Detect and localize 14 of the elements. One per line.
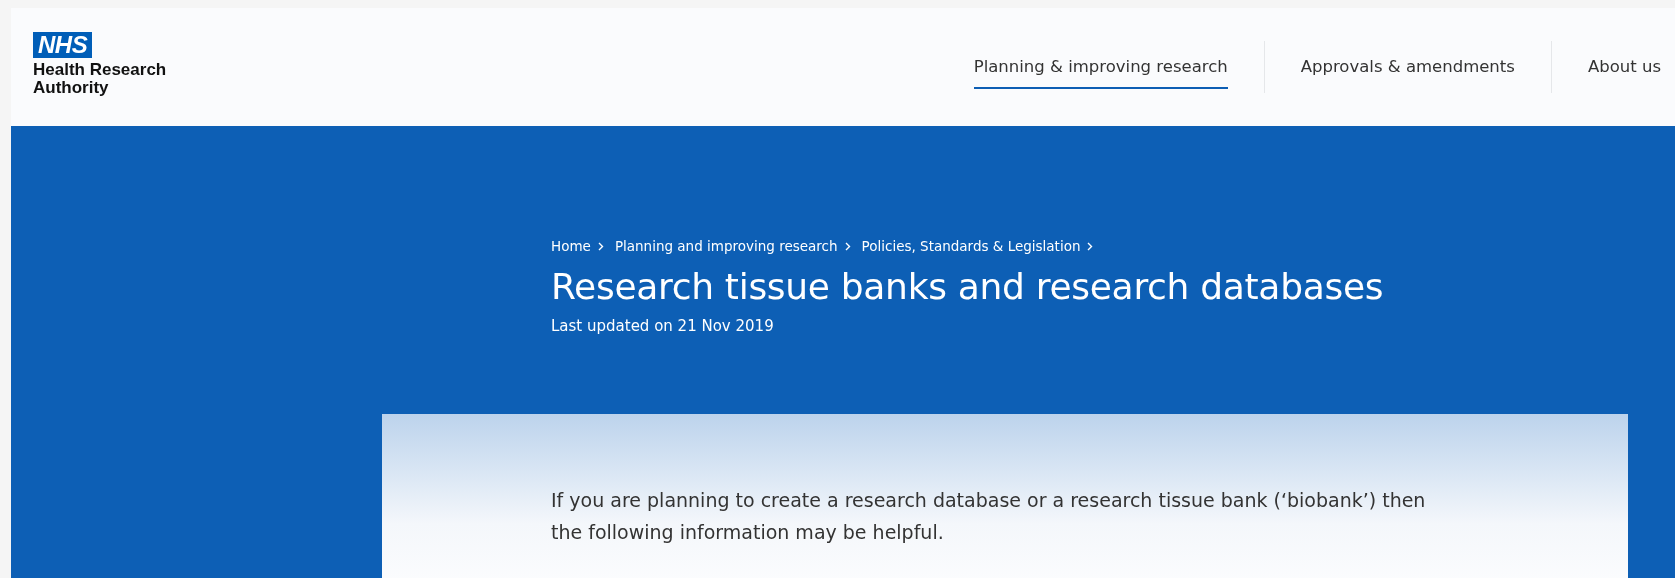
organisation-name: Health Research Authority xyxy=(33,60,167,97)
intro-paragraph: If you are planning to create a research database or a research tissue bank (‘biobank’) then the following information may be helpful. xyxy=(551,488,1427,545)
nhs-logo-badge: NHS xyxy=(33,31,93,58)
nav-link[interactable]: About us xyxy=(1551,43,1675,91)
chevron-right-icon xyxy=(844,241,851,251)
breadcrumb-link[interactable]: Home xyxy=(551,238,591,254)
nav-link[interactable]: Approvals & amendments xyxy=(1264,43,1551,91)
logo[interactable]: NHS Health Research Authority xyxy=(33,31,167,97)
chevron-right-icon xyxy=(597,241,604,251)
page-title: Research tissue banks and research databases xyxy=(551,266,1385,307)
chevron-right-icon xyxy=(1087,241,1094,251)
breadcrumb-link[interactable]: Policies, Standards & Legislation xyxy=(861,238,1081,254)
last-updated-date: Last updated on 21 Nov 2019 xyxy=(551,317,775,335)
breadcrumb-link[interactable]: Planning and improving research xyxy=(614,238,838,254)
